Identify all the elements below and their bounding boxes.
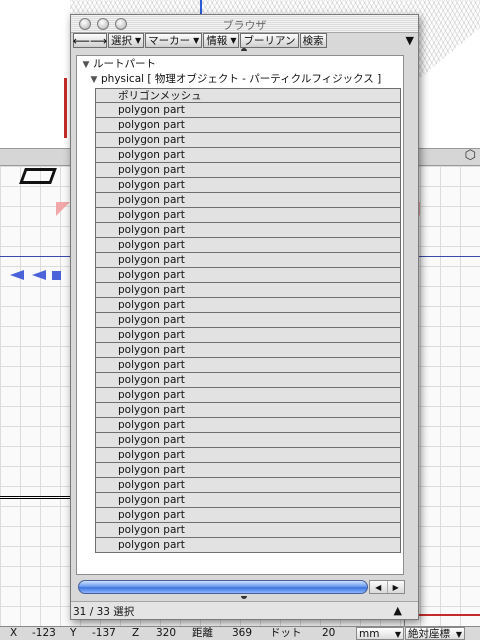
object-outline[interactable] <box>0 496 72 499</box>
tree-row-polygon-part[interactable]: polygon part <box>95 238 401 253</box>
tree-label: physical [ 物理オブジェクト - パーティクルフィジックス ] <box>101 73 382 85</box>
coord-mode-select[interactable]: 絶対座標 ▼ <box>405 627 465 640</box>
tree-row-polygon-part[interactable]: polygon part <box>95 523 401 538</box>
tree-row-polygon-part[interactable]: polygon part <box>95 103 401 118</box>
tree-row-polygon-part[interactable]: polygon part <box>95 403 401 418</box>
resize-grip[interactable] <box>241 596 247 599</box>
collapse-triangle-icon[interactable]: ▲ <box>394 604 402 617</box>
tree-label: ルートパート <box>93 58 156 70</box>
disclosure-triangle-icon[interactable]: ▼ <box>87 73 101 87</box>
viewport-blank-area <box>0 0 70 140</box>
z-value: 320 <box>156 627 177 639</box>
tree-row-physical[interactable]: ▼ physical [ 物理オブジェクト - パーティクルフィジックス ] <box>87 72 382 87</box>
tree-row-polygon-part[interactable]: polygon part <box>95 463 401 478</box>
browser-window: ブラウザ ⟵⟶ 選択 ▼ マーカー ▼ 情報 ▼ ブーリアン 検索 ▼ ▼ ルートパート… <box>70 14 419 620</box>
dropdown-arrow-icon: ▼ <box>230 36 237 45</box>
dot-value: 20 <box>322 627 336 639</box>
tree-row-root[interactable]: ▼ ルートパート <box>79 57 156 71</box>
tree-row-polygon-part[interactable]: polygon part <box>95 358 401 373</box>
back-forward-icon[interactable]: ⟵⟶ <box>73 33 107 48</box>
dot-label: ドット <box>270 627 302 639</box>
unit-value: mm <box>359 628 380 640</box>
x-value: -123 <box>32 627 56 639</box>
title-bar[interactable]: ブラウザ <box>71 15 418 33</box>
button-label: 選択 <box>111 35 132 47</box>
object-outline[interactable] <box>19 168 57 184</box>
dropdown-arrow-icon: ▼ <box>455 630 462 639</box>
tree-row-polygon-part[interactable]: polygon part <box>95 388 401 403</box>
coord-mode-value: 絶対座標 <box>408 628 450 640</box>
z-label: Z <box>132 627 140 639</box>
toolbar: ⟵⟶ 選択 ▼ マーカー ▼ 情報 ▼ ブーリアン 検索 ▼ <box>73 33 416 49</box>
tree-row-polygon-part[interactable]: polygon part <box>95 433 401 448</box>
tree-row-polygon-part[interactable]: polygon part <box>95 133 401 148</box>
handle-square-icon[interactable] <box>52 271 61 280</box>
button-label: マーカー <box>148 35 191 47</box>
tree-row-polygon-mesh[interactable]: ポリゴンメッシュ <box>95 88 401 103</box>
tree-row-polygon-part[interactable]: polygon part <box>95 508 401 523</box>
tree-row-polygon-part[interactable]: polygon part <box>95 268 401 283</box>
axis-red <box>64 78 67 138</box>
button-label: 検索 <box>302 35 324 47</box>
tree-row-polygon-part[interactable]: polygon part <box>95 448 401 463</box>
tree-row-polygon-part[interactable]: polygon part <box>95 373 401 388</box>
disclosure-triangle-icon[interactable]: ▼ <box>79 58 93 72</box>
button-label: ブーリアン <box>243 35 296 47</box>
info-menu-button[interactable]: 情報 ▼ <box>203 33 240 48</box>
tree-row-polygon-part[interactable]: polygon part <box>95 493 401 508</box>
y-value: -137 <box>92 627 116 639</box>
handle-arrow-icon[interactable] <box>10 270 24 280</box>
y-label: Y <box>70 627 77 639</box>
tree-row-polygon-part[interactable]: polygon part <box>95 298 401 313</box>
button-label: 情報 <box>206 35 228 47</box>
scroll-right-icon[interactable]: ▶ <box>388 581 405 593</box>
parts-tree[interactable]: ▼ ルートパート ▼ physical [ 物理オブジェクト - パーティクルフィジ… <box>76 55 404 575</box>
horizontal-scrollbar[interactable] <box>78 580 368 594</box>
unit-select[interactable]: mm ▼ <box>356 627 404 640</box>
tree-row-polygon-part[interactable]: polygon part <box>95 223 401 238</box>
distance-label: 距離 <box>192 627 213 639</box>
tree-row-polygon-part[interactable]: polygon part <box>95 343 401 358</box>
tree-row-polygon-part[interactable]: polygon part <box>95 118 401 133</box>
resize-grip[interactable] <box>241 48 247 51</box>
tree-row-polygon-part[interactable]: polygon part <box>95 178 401 193</box>
tree-row-polygon-part[interactable]: polygon part <box>95 538 401 553</box>
selection-count: 31 / 33 選択 <box>73 606 135 618</box>
dropdown-arrow-icon: ▼ <box>394 630 401 639</box>
tree-row-polygon-part[interactable]: polygon part <box>95 253 401 268</box>
tree-row-polygon-part[interactable]: polygon part <box>95 328 401 343</box>
x-label: X <box>10 627 18 639</box>
tree-row-polygon-part[interactable]: polygon part <box>95 208 401 223</box>
select-menu-button[interactable]: 選択 ▼ <box>108 33 145 48</box>
window-title: ブラウザ <box>222 19 267 32</box>
status-bar: 31 / 33 選択 ▲ <box>71 601 418 619</box>
tree-row-polygon-part[interactable]: polygon part <box>95 148 401 163</box>
dropdown-arrow-icon: ▼ <box>193 36 200 45</box>
tree-row-polygon-part[interactable]: polygon part <box>95 418 401 433</box>
scroll-arrows: ◀ ▶ <box>369 580 405 594</box>
coordinate-bar: X -123 Y -137 Z 320 距離 369 ドット 20 mm ▼ 絶対… <box>0 626 480 640</box>
cube-icon[interactable]: ⬡ <box>465 148 476 163</box>
dropdown-arrow-icon: ▼ <box>135 36 142 45</box>
tree-row-polygon-part[interactable]: polygon part <box>95 478 401 493</box>
tree-row-polygon-part[interactable]: polygon part <box>95 283 401 298</box>
tree-row-polygon-part[interactable]: polygon part <box>95 163 401 178</box>
distance-value: 369 <box>232 627 253 639</box>
toolbar-menu-icon[interactable]: ▼ <box>406 34 414 47</box>
polygon-list: ポリゴンメッシュ polygon part polygon part polygon … <box>95 88 401 553</box>
tree-row-polygon-part[interactable]: polygon part <box>95 193 401 208</box>
handle-arrow-icon[interactable] <box>32 270 46 280</box>
marker-menu-button[interactable]: マーカー ▼ <box>145 33 203 48</box>
corner-marker <box>56 202 70 216</box>
search-button[interactable]: 検索 <box>299 33 327 48</box>
tree-row-polygon-part[interactable]: polygon part <box>95 313 401 328</box>
boolean-button[interactable]: ブーリアン <box>240 33 299 48</box>
scroll-left-icon[interactable]: ◀ <box>370 581 388 593</box>
